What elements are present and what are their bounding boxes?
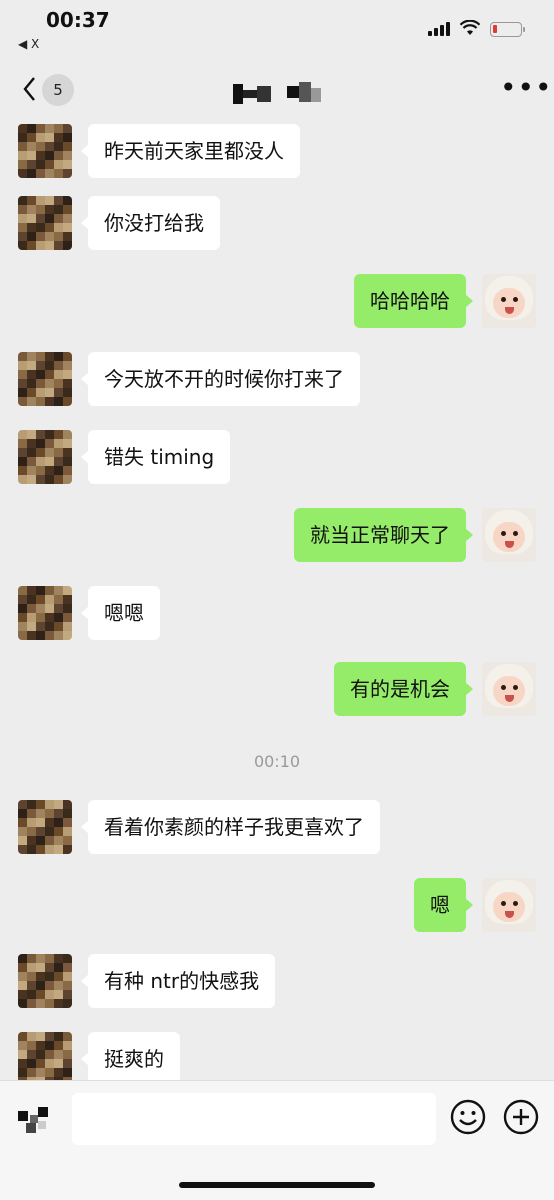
message-bubble[interactable]: 有的是机会: [334, 662, 473, 716]
my-avatar[interactable]: [482, 274, 536, 328]
wifi-icon: [459, 20, 481, 35]
my-avatar[interactable]: [482, 662, 536, 716]
more-icon[interactable]: •••: [500, 74, 553, 102]
battery-icon: [490, 22, 525, 37]
message-bubble[interactable]: 你没打给我: [81, 196, 220, 250]
signal-icon: [428, 22, 450, 36]
contact-avatar[interactable]: [18, 1032, 72, 1080]
contact-avatar[interactable]: [18, 352, 72, 406]
plus-icon[interactable]: [503, 1099, 539, 1135]
contact-name-redacted: [233, 82, 321, 104]
message-input[interactable]: [72, 1093, 436, 1145]
my-avatar[interactable]: [482, 508, 536, 562]
unread-count-badge[interactable]: 5: [42, 74, 74, 106]
status-bar: 00:37 ◀ X: [0, 0, 554, 51]
contact-avatar[interactable]: [18, 586, 72, 640]
message-timestamp: 00:10: [253, 752, 301, 771]
message-bubble[interactable]: 就当正常聊天了: [294, 508, 473, 562]
message-bubble[interactable]: 有种 ntr的快感我: [80, 954, 276, 1008]
status-time: 00:37: [46, 8, 110, 32]
chevron-left-icon[interactable]: [22, 74, 42, 104]
message-bubble[interactable]: 挺爽的: [81, 1032, 180, 1080]
message-bubble[interactable]: 看着你素颜的样子我更喜欢了: [81, 800, 380, 854]
home-indicator[interactable]: [179, 1182, 375, 1188]
chat-header: 5 •••: [0, 60, 554, 116]
contact-avatar[interactable]: [18, 800, 72, 854]
back-to-app-link[interactable]: ◀ X: [18, 37, 39, 51]
message-bubble[interactable]: 嗯: [414, 878, 473, 932]
contact-avatar[interactable]: [18, 124, 72, 178]
my-avatar[interactable]: [482, 878, 536, 932]
message-bubble[interactable]: 嗯嗯: [81, 586, 160, 640]
contact-avatar[interactable]: [18, 954, 72, 1008]
message-bubble[interactable]: 错失 timing: [80, 430, 231, 484]
emoji-icon[interactable]: [450, 1099, 486, 1135]
message-bubble[interactable]: 今天放不开的时候你打来了: [81, 352, 360, 406]
contact-avatar[interactable]: [18, 430, 72, 484]
voice-icon[interactable]: [16, 1101, 56, 1141]
contact-avatar[interactable]: [18, 196, 72, 250]
message-list[interactable]: 昨天前天家里都没人 你没打给我 哈哈哈哈 今天放不开的时候你打来了 错失 tim…: [0, 116, 554, 1080]
message-bubble[interactable]: 昨天前天家里都没人: [81, 124, 300, 178]
message-bubble[interactable]: 哈哈哈哈: [354, 274, 473, 328]
